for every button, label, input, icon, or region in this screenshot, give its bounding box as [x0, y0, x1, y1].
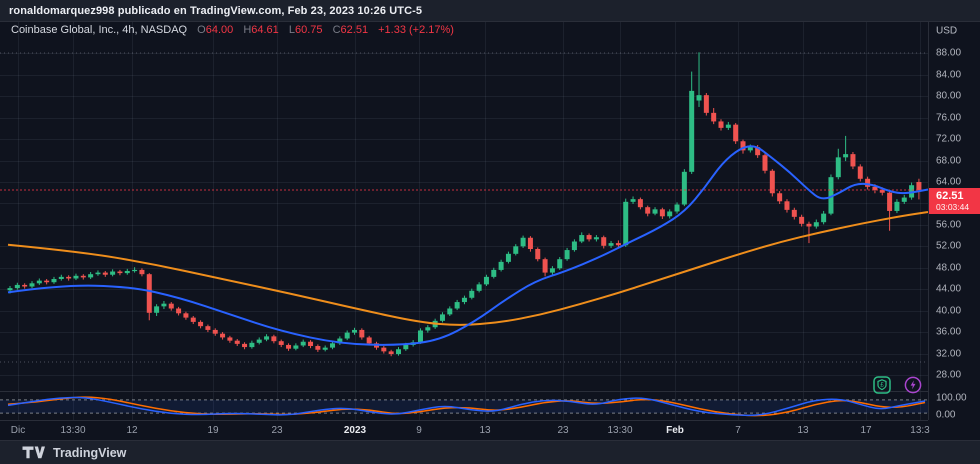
- indicator-axis-label: 0.00: [936, 410, 955, 421]
- time-axis-label: 13: [797, 425, 808, 436]
- price-axis-label: 76.00: [936, 112, 961, 123]
- time-axis-label: 12: [126, 425, 137, 436]
- price-axis-label: 80.00: [936, 91, 961, 102]
- open-value: 64.00: [206, 24, 234, 36]
- price-axis-label: 88.00: [936, 48, 961, 59]
- tradingview-logo-icon[interactable]: [22, 445, 46, 460]
- high-value: 64.61: [251, 24, 279, 36]
- price-chart-svg[interactable]: [0, 0, 980, 464]
- indicator-axis-label: 100.00: [936, 393, 967, 404]
- price-axis-label: 68.00: [936, 155, 961, 166]
- footer-bar: TradingView: [0, 440, 980, 464]
- price-axis-label: 44.00: [936, 284, 961, 295]
- time-axis-label: 13: [479, 425, 490, 436]
- last-price-badge: 62.51 03:03:44: [929, 188, 980, 214]
- fast-ma-line: [8, 146, 928, 345]
- publish-text: ronaldomarquez998 publicado en TradingVi…: [9, 5, 422, 17]
- time-axis-label: 2023: [344, 425, 366, 436]
- time-axis-label: 17: [860, 425, 871, 436]
- time-axis-label: 13:30: [60, 425, 85, 436]
- time-axis-label: 23: [271, 425, 282, 436]
- time-axis-label: 7: [735, 425, 741, 436]
- price-axis-label: 28.00: [936, 369, 961, 380]
- svg-text:£: £: [880, 382, 884, 389]
- price-axis-label: 32.00: [936, 348, 961, 359]
- price-axis-label: 56.00: [936, 219, 961, 230]
- time-axis-label: 13:30: [607, 425, 632, 436]
- symbol-legend: Coinbase Global, Inc., 4h, NASDAQ O64.00…: [11, 24, 454, 36]
- time-axis-label: 13:3: [910, 425, 929, 436]
- change-value: +1.33 (+2.17%): [378, 24, 454, 36]
- candles: [8, 52, 922, 356]
- tradingview-snapshot: ronaldomarquez998 publicado en TradingVi…: [0, 0, 980, 464]
- price-axis-label: 48.00: [936, 262, 961, 273]
- stochastic-panel: [0, 397, 928, 416]
- close-label: C: [333, 24, 341, 36]
- price-axis-label: 72.00: [936, 134, 961, 145]
- price-axis[interactable]: USD 62.51 03:03:44 88.00 84.00 80.00 76.00 7…: [928, 22, 980, 420]
- open-label: O: [197, 24, 206, 36]
- symbol-title: Coinbase Global, Inc., 4h, NASDAQ: [11, 24, 187, 36]
- last-price-value: 62.51: [936, 190, 980, 202]
- bar-countdown: 03:03:44: [936, 202, 980, 212]
- publish-bar: ronaldomarquez998 publicado en TradingVi…: [0, 0, 980, 22]
- price-axis-label: 40.00: [936, 305, 961, 316]
- price-axis-label: 84.00: [936, 69, 961, 80]
- price-axis-label: 36.00: [936, 327, 961, 338]
- grid-lines: [0, 22, 928, 420]
- lightning-icon[interactable]: [904, 376, 922, 394]
- time-axis-label: Feb: [666, 425, 684, 436]
- shield-badge-icon[interactable]: £: [873, 376, 891, 394]
- time-axis-label: 23: [557, 425, 568, 436]
- time-axis[interactable]: Dic 13:30 12 19 23 2023 9 13 23 13:30 Feb 7 13 17 13:3: [0, 420, 928, 441]
- price-axis-currency: USD: [936, 26, 957, 37]
- close-value: 62.51: [341, 24, 369, 36]
- tradingview-brand[interactable]: TradingView: [53, 446, 126, 460]
- time-axis-label: Dic: [11, 425, 25, 436]
- low-value: 60.75: [295, 24, 323, 36]
- time-axis-label: 19: [207, 425, 218, 436]
- time-axis-label: 9: [416, 425, 422, 436]
- price-axis-label: 52.00: [936, 241, 961, 252]
- price-axis-label: 64.00: [936, 177, 961, 188]
